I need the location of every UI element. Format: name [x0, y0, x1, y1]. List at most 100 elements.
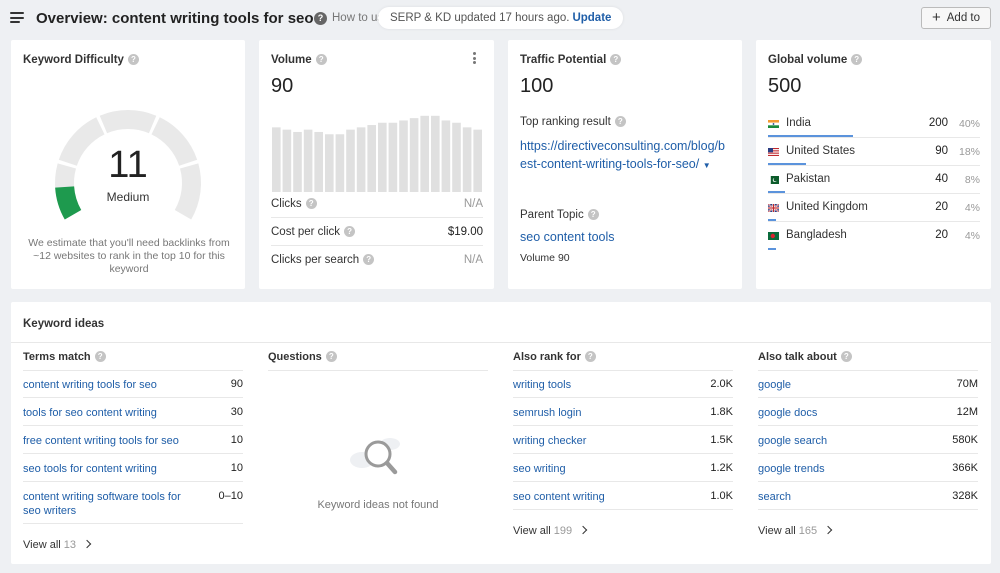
country-row[interactable]: United Kingdom 20 4% — [768, 194, 980, 222]
keyword-link[interactable]: google docs — [758, 406, 930, 420]
add-to-label: Add to — [946, 12, 980, 24]
top-result-link[interactable]: https://directiveconsulting.com/blog/bes… — [520, 137, 726, 175]
country-row[interactable]: Bangladesh 20 4% — [768, 222, 980, 250]
volume-trend-bar — [420, 115, 429, 192]
keyword-link[interactable]: content writing tools for seo — [23, 378, 195, 392]
clicks-row: Clicks? N/A — [271, 190, 483, 218]
terms-match-header: Terms match? — [23, 351, 106, 363]
tp-value: 100 — [520, 75, 554, 97]
keyword-volume: 12M — [956, 406, 978, 418]
keyword-link[interactable]: semrush login — [513, 406, 685, 420]
more-options-icon[interactable] — [473, 52, 476, 64]
keyword-volume: 1.2K — [710, 462, 733, 474]
info-icon[interactable]: ? — [344, 225, 356, 237]
list-item: search 328K — [758, 482, 978, 510]
keyword-link[interactable]: seo writing — [513, 462, 685, 476]
global-value: 500 — [768, 75, 802, 97]
kd-level: Medium — [106, 190, 150, 204]
view-all-count: 13 — [63, 539, 77, 551]
list-item: writing tools 2.0K — [513, 370, 733, 398]
empty-state-text: Keyword ideas not found — [317, 499, 439, 511]
country-share-bar — [768, 191, 785, 193]
volume-trend-bar — [367, 125, 376, 192]
chevron-right-icon — [578, 525, 588, 535]
list-item: seo content writing 1.0K — [513, 482, 733, 510]
parent-topic-link[interactable]: seo content tools — [520, 230, 615, 244]
volume-trend-bar — [303, 129, 313, 192]
parent-topic-volume: Volume 90 — [520, 252, 570, 264]
list-item: google search 580K — [758, 426, 978, 454]
volume-trend-chart — [272, 115, 482, 192]
kd-value: 11 — [108, 144, 148, 186]
keyword-volume: 0–10 — [218, 490, 243, 502]
volume-trend-bar — [346, 129, 355, 192]
keyword-link[interactable]: google — [758, 378, 930, 392]
how-to-link[interactable]: How to use — [332, 12, 380, 24]
questions-header: Questions? — [268, 351, 337, 363]
keyword-link[interactable]: google trends — [758, 462, 930, 476]
country-row[interactable]: India 200 40% — [768, 110, 980, 138]
info-icon[interactable]: ? — [305, 197, 317, 209]
clicks-label: Clicks? — [271, 197, 317, 210]
keyword-volume: 30 — [230, 406, 243, 418]
add-to-button[interactable]: + Add to — [920, 7, 991, 29]
caret-down-icon[interactable]: ▼ — [703, 161, 711, 170]
country-volume: 90 — [935, 145, 948, 157]
keyword-link[interactable]: google search — [758, 434, 930, 448]
volume-trend-bar — [399, 120, 408, 192]
keyword-link[interactable]: content writing software tools for seo w… — [23, 490, 195, 518]
country-row[interactable]: Pakistan 40 8% — [768, 166, 980, 194]
keyword-link[interactable]: tools for seo content writing — [23, 406, 195, 420]
info-icon[interactable]: ? — [127, 54, 139, 65]
country-percent: 4% — [964, 202, 980, 214]
top-result-label: Top ranking result? — [520, 116, 626, 128]
info-icon[interactable]: ? — [315, 54, 327, 65]
volume-trend-bar — [462, 127, 472, 192]
volume-trend-bar — [431, 115, 440, 192]
country-percent: 40% — [958, 118, 980, 130]
keyword-link[interactable]: writing tools — [513, 378, 685, 392]
cpc-label: Cost per click? — [271, 225, 356, 238]
info-icon[interactable]: ? — [614, 116, 626, 127]
keyword-link[interactable]: search — [758, 490, 930, 504]
cps-value: N/A — [463, 254, 483, 266]
info-icon[interactable]: ? — [584, 351, 596, 362]
help-icon[interactable]: ? — [314, 12, 327, 25]
volume-value: 90 — [271, 75, 294, 97]
info-icon[interactable]: ? — [840, 351, 852, 362]
empty-search-icon — [350, 438, 400, 475]
keyword-link[interactable]: free content writing tools for seo — [23, 434, 195, 448]
volume-trend-bar — [409, 118, 419, 192]
country-name: Bangladesh — [786, 229, 847, 241]
info-icon[interactable]: ? — [610, 54, 622, 65]
info-icon[interactable]: ? — [363, 254, 375, 265]
keyword-volume: 1.0K — [710, 490, 733, 502]
info-icon[interactable]: ? — [325, 351, 337, 362]
keyword-link[interactable]: writing checker — [513, 434, 685, 448]
info-icon[interactable]: ? — [94, 351, 106, 362]
list-item: tools for seo content writing 30 — [23, 398, 243, 426]
global-volume-card: Global volume? 500 India 200 40% United … — [756, 40, 991, 289]
chevron-right-icon — [823, 525, 833, 535]
update-link[interactable]: Update — [572, 12, 611, 24]
country-share-bar — [768, 163, 807, 165]
country-percent: 8% — [964, 174, 980, 186]
info-icon[interactable]: ? — [851, 54, 863, 65]
volume-trend-bar — [356, 127, 366, 192]
country-share-bar — [768, 248, 777, 250]
volume-trend-bar — [325, 134, 334, 192]
menu-icon[interactable] — [10, 12, 24, 23]
view-all-also-rank-link[interactable]: View all 199 — [513, 525, 588, 537]
keyword-link[interactable]: seo content writing — [513, 490, 685, 504]
info-icon[interactable]: ? — [587, 209, 599, 220]
volume-trend-bar — [314, 131, 323, 192]
cps-row: Clicks per search? N/A — [271, 246, 483, 274]
view-all-terms-link[interactable]: View all 13 — [23, 539, 92, 551]
divider — [268, 370, 488, 371]
list-item: writing checker 1.5K — [513, 426, 733, 454]
country-row[interactable]: United States 90 18% — [768, 138, 980, 166]
country-name: United Kingdom — [786, 201, 868, 213]
view-all-also-talk-link[interactable]: View all 165 — [758, 525, 833, 537]
keyword-link[interactable]: seo tools for content writing — [23, 462, 195, 476]
cpc-row: Cost per click? $19.00 — [271, 218, 483, 246]
